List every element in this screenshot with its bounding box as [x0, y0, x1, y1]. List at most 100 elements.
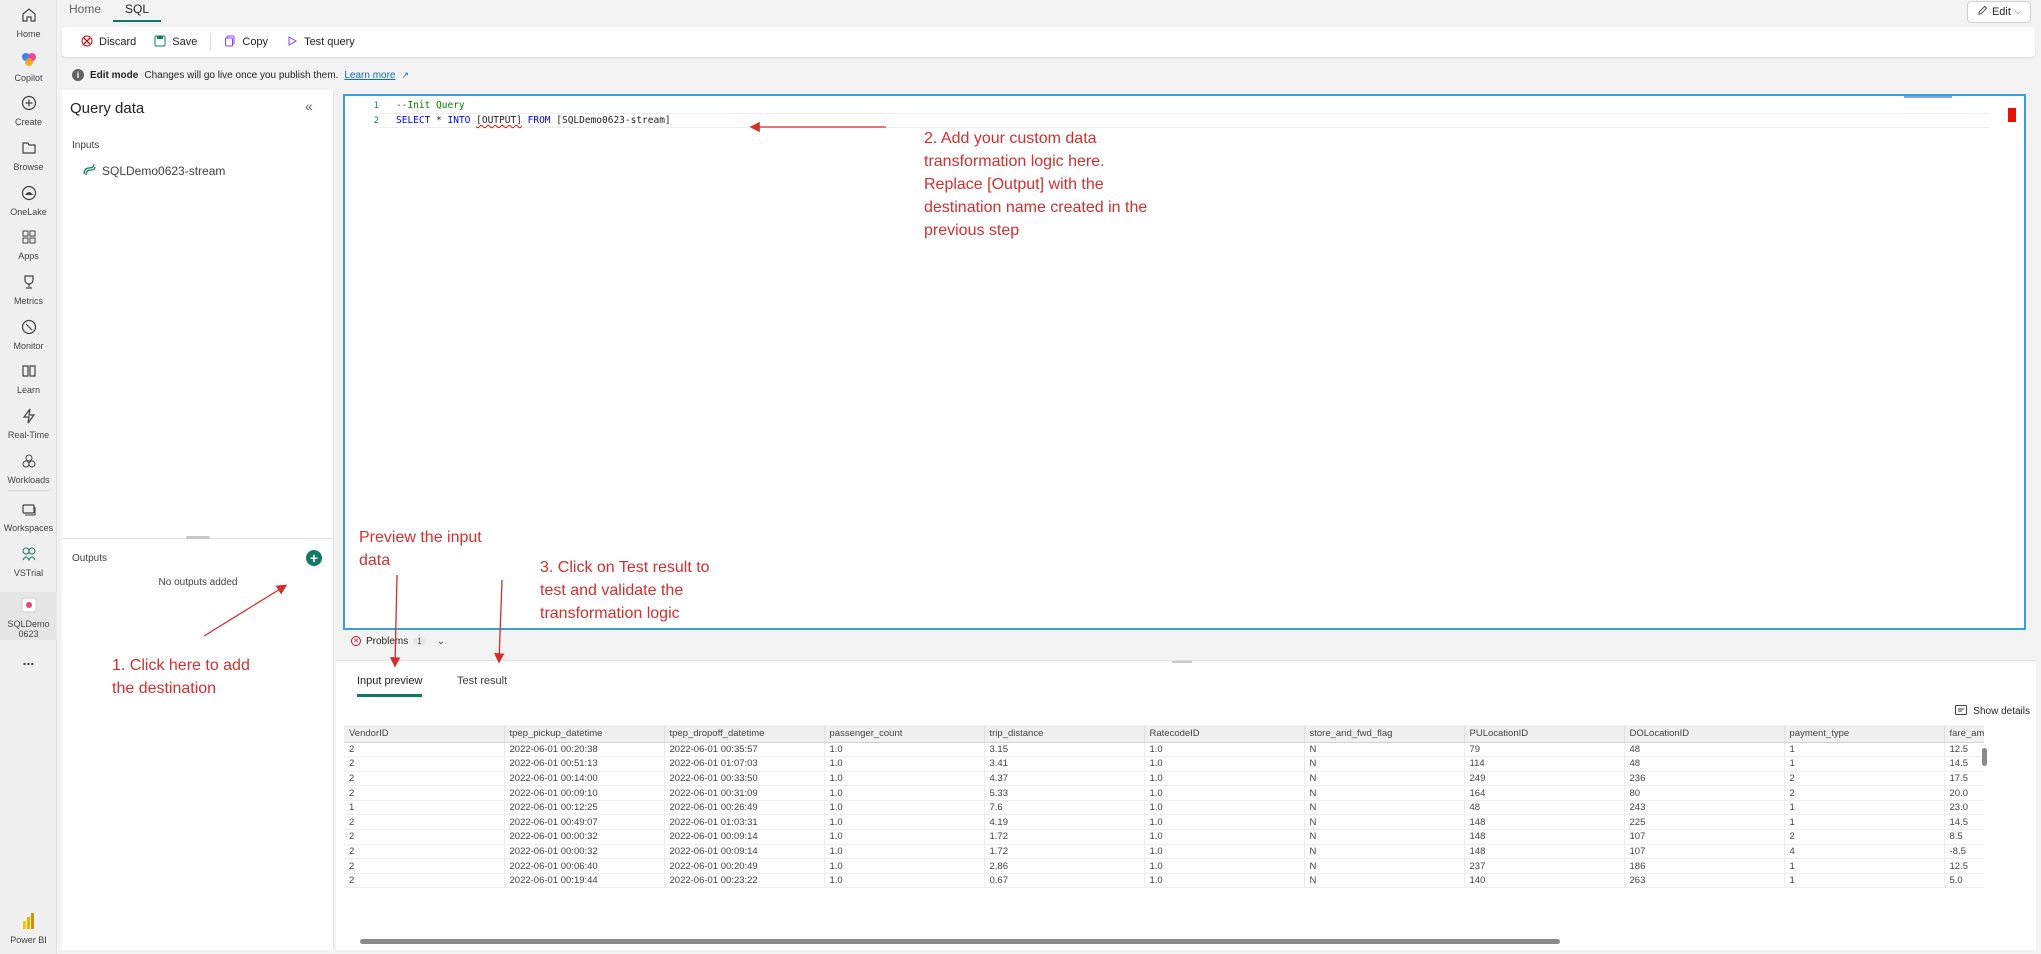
table-row[interactable]: 2 2022-06-01 00:06:40 2022-06-01 00:20:49 1… — [344, 858, 1984, 874]
test-query-button[interactable]: Test query — [277, 27, 364, 57]
table-cell: 237 — [1464, 858, 1625, 874]
rail-item-powerbi[interactable]: Power BI — [0, 910, 57, 945]
rail-item-copilot[interactable]: Copilot — [0, 48, 57, 83]
table-row[interactable]: 1 2022-06-01 00:12:25 2022-06-01 00:26:49 1… — [344, 800, 1984, 816]
annotation-line: Preview the input — [359, 529, 482, 546]
input-stream-item[interactable]: SQLDemo0623-stream — [82, 162, 225, 179]
table-cell: 8.5 — [1944, 829, 1984, 845]
rail-item-browse[interactable]: Browse — [0, 137, 57, 172]
table-cell: 80 — [1624, 785, 1785, 801]
details-icon — [1955, 705, 1968, 718]
table-cell: 2 — [344, 844, 505, 860]
sql-editor[interactable]: 1 --Init Query 2 SELECT * INTO [OUTPUT] … — [343, 94, 2026, 630]
resize-handle[interactable] — [1172, 661, 1192, 663]
table-row[interactable]: 2 2022-06-01 00:20:38 2022-06-01 00:35:57 1… — [344, 742, 1984, 758]
column-header[interactable]: fare_amount — [1944, 725, 1984, 743]
table-cell: N — [1304, 858, 1465, 874]
table-cell: 2022-06-01 00:26:49 — [664, 800, 825, 816]
discard-label: Discard — [99, 36, 137, 48]
column-header[interactable]: payment_type — [1784, 725, 1945, 743]
table-row[interactable]: 2 2022-06-01 00:49:07 2022-06-01 01:03:31 1… — [344, 814, 1984, 831]
table-cell: 2022-06-01 00:19:44 — [504, 873, 665, 889]
rail-item-onelake[interactable]: OneLake — [0, 182, 57, 217]
copilot-icon — [18, 48, 40, 70]
table-cell: N — [1304, 785, 1465, 801]
code-line-1: 1 --Init Query — [345, 98, 465, 113]
tab-home[interactable]: Home — [57, 0, 113, 22]
column-header[interactable]: trip_distance — [984, 725, 1145, 743]
table-cell: 2.86 — [984, 858, 1145, 874]
source-identifier: [SQLDemo0623-stream] — [556, 115, 671, 126]
column-header[interactable]: store_and_fwd_flag — [1304, 725, 1465, 743]
rail-item-metrics[interactable]: Metrics — [0, 271, 57, 306]
table-cell: 243 — [1624, 800, 1785, 816]
rail-item-monitor[interactable]: Monitor — [0, 316, 57, 351]
column-header[interactable]: RatecodeID — [1144, 725, 1305, 743]
more-button[interactable]: ... — [0, 652, 57, 668]
rail-label: Real-Time — [7, 430, 50, 440]
table-row[interactable]: 2 2022-06-01 00:14:00 2022-06-01 00:33:50 1… — [344, 771, 1984, 787]
tab-input-preview[interactable]: Input preview — [357, 675, 423, 697]
edit-mode-message: Changes will go live once you publish th… — [144, 69, 339, 81]
chevron-down-icon[interactable]: ⌄ — [437, 636, 445, 647]
rail-item-workloads[interactable]: Workloads — [0, 450, 57, 485]
keyword-select: SELECT — [396, 115, 431, 126]
tab-sql[interactable]: SQL — [113, 0, 162, 22]
table-cell: 1.0 — [1144, 756, 1305, 772]
save-button[interactable]: Save — [145, 27, 206, 57]
table-row[interactable]: 2 2022-06-01 00:00:32 2022-06-01 00:09:14 1… — [344, 844, 1984, 860]
column-header[interactable]: tpep_dropoff_datetime — [664, 725, 825, 743]
create-icon — [18, 92, 40, 114]
table-cell: N — [1304, 800, 1465, 816]
learn-more-link[interactable]: Learn more — [344, 70, 395, 81]
table-cell: 148 — [1464, 814, 1625, 831]
code-star: * — [430, 115, 448, 126]
collapse-panel-icon[interactable]: « — [305, 98, 313, 114]
table-cell: 1 — [1784, 800, 1945, 816]
rail-item-home[interactable]: Home — [0, 4, 57, 39]
discard-button[interactable]: Discard — [72, 27, 145, 57]
add-output-button[interactable]: + — [306, 550, 322, 566]
rail-item-vstrial[interactable]: VSTrial — [0, 543, 57, 578]
tab-test-result[interactable]: Test result — [457, 675, 507, 697]
vertical-scrollbar[interactable] — [1982, 748, 1987, 766]
column-header[interactable]: passenger_count — [824, 725, 985, 743]
rail-item-real-time[interactable]: Real-Time — [0, 405, 57, 440]
rail-item-sqldemo[interactable]: SQLDemo0623 — [0, 592, 57, 640]
output-identifier: [OUTPUT] — [476, 115, 522, 126]
external-link-icon: ↗ — [401, 69, 410, 80]
column-header[interactable]: PULocationID — [1464, 725, 1625, 743]
table-cell: 1.0 — [1144, 800, 1305, 816]
line-number: 2 — [373, 115, 379, 126]
show-details-button[interactable]: Show details — [1955, 705, 2030, 718]
annotation-line: data — [359, 552, 391, 569]
rail-item-apps[interactable]: Apps — [0, 226, 57, 261]
annotation-line: destination name created in the — [924, 199, 1148, 216]
table-row[interactable]: 2 2022-06-01 00:09:10 2022-06-01 00:31:09 1… — [344, 785, 1984, 801]
table-cell: 79 — [1464, 742, 1625, 758]
copy-button[interactable]: Copy — [215, 27, 277, 57]
annotation-line: the destination — [112, 680, 217, 697]
metrics-icon — [18, 271, 40, 293]
table-row[interactable]: 2 2022-06-01 00:51:13 2022-06-01 01:07:03 1… — [344, 756, 1984, 772]
table-cell: 2 — [1784, 785, 1945, 801]
rail-item-workspaces[interactable]: Workspaces — [0, 498, 57, 533]
resize-handle[interactable] — [186, 536, 210, 539]
table-cell: 2 — [344, 873, 505, 889]
preview-table: VendorID tpep_pickup_datetime tpep_dropoff… — [344, 725, 1984, 889]
table-cell: 4 — [1784, 844, 1945, 860]
table-cell: 12.5 — [1944, 742, 1984, 758]
table-cell: 1.0 — [824, 800, 985, 816]
rail-item-learn[interactable]: Learn — [0, 360, 57, 395]
table-row[interactable]: 2 2022-06-01 00:19:44 2022-06-01 00:23:22 1… — [344, 873, 1984, 889]
table-cell: 164 — [1464, 785, 1625, 801]
table-cell: 5.33 — [984, 785, 1145, 801]
edit-button[interactable]: Edit ⌵ — [1967, 1, 2031, 23]
rail-item-create[interactable]: Create — [0, 92, 57, 127]
column-header[interactable]: DOLocationID — [1624, 725, 1785, 743]
column-header[interactable]: VendorID — [344, 725, 505, 743]
column-header[interactable]: tpep_pickup_datetime — [504, 725, 665, 743]
problems-bar[interactable]: ✕ Problems 1 ⌄ — [343, 632, 445, 650]
horizontal-scrollbar[interactable] — [360, 939, 1560, 944]
table-row[interactable]: 2 2022-06-01 00:00:32 2022-06-01 00:09:14 1… — [344, 829, 1984, 845]
